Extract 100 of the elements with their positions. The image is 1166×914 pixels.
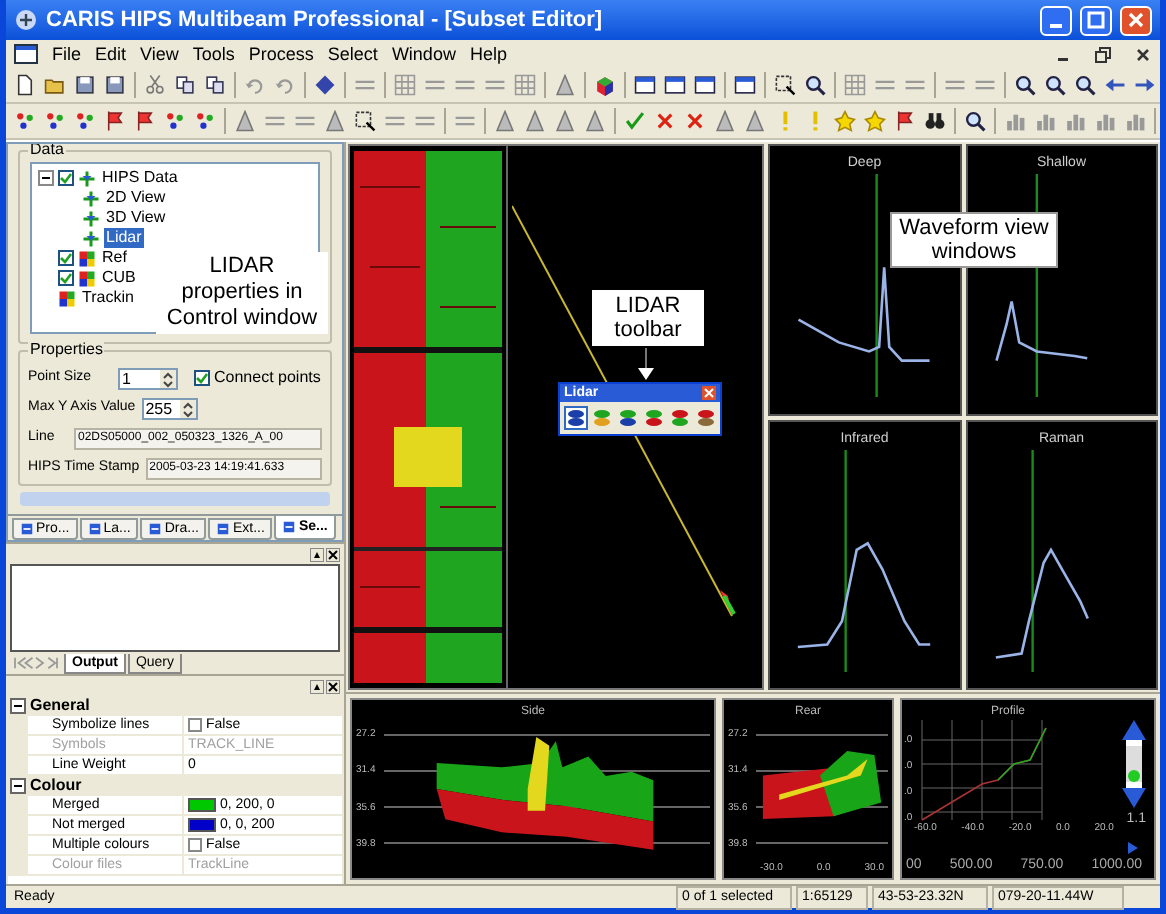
toolbar-button[interactable] — [564, 406, 588, 430]
checkbox[interactable] — [58, 270, 74, 286]
tree-item[interactable]: 2D View — [104, 188, 168, 208]
undo-icon — [274, 74, 296, 96]
toolbar-button[interactable] — [730, 70, 760, 100]
spin-arrows-icon[interactable] — [179, 399, 196, 417]
star-icon — [834, 110, 856, 132]
pin-icon[interactable] — [310, 679, 324, 693]
menu-item[interactable]: Tools — [192, 45, 235, 63]
minimize-icon — [1050, 23, 1062, 27]
close-icon — [1126, 10, 1146, 30]
tree-item[interactable]: Trackin — [80, 288, 136, 308]
search-icon — [964, 110, 986, 132]
flag-icon — [134, 110, 156, 132]
triangle-icon — [714, 110, 736, 132]
menu-item[interactable]: View — [140, 45, 179, 63]
toolbar-button[interactable] — [616, 406, 640, 430]
maximize-button[interactable] — [1080, 5, 1112, 35]
arrow-right-icon — [1128, 842, 1138, 854]
checkbox[interactable] — [188, 838, 202, 852]
window-icon — [734, 74, 756, 96]
checkbox[interactable] — [188, 718, 202, 732]
tab-icon — [87, 522, 102, 536]
bar-chart-icon — [1094, 110, 1116, 132]
section-header: Colour — [30, 774, 82, 797]
checkbox[interactable] — [58, 170, 74, 186]
search-icon — [1044, 74, 1066, 96]
toolbar-button[interactable] — [660, 70, 690, 100]
collapse-icon[interactable] — [10, 778, 26, 794]
star-icon — [864, 110, 886, 132]
menu-item[interactable]: File — [52, 45, 82, 63]
arrow-down-icon[interactable] — [1122, 788, 1146, 808]
checkbox[interactable] — [194, 370, 210, 386]
menu-item[interactable]: Help — [469, 45, 507, 63]
menu-item[interactable]: Select — [327, 45, 378, 63]
slider-thumb[interactable] — [1128, 769, 1140, 782]
toolbar-button[interactable] — [770, 70, 800, 100]
toolbar-button[interactable] — [1010, 70, 1040, 100]
menu-item[interactable]: Edit — [95, 45, 127, 63]
cross-icon — [684, 110, 706, 132]
toolbar-button[interactable] — [350, 106, 380, 136]
toolbar-button[interactable] — [1040, 70, 1070, 100]
tree-item[interactable]: CUB — [100, 268, 138, 288]
tree-item[interactable]: 3D View — [104, 208, 168, 228]
layer-icon — [58, 289, 76, 307]
tree-item[interactable]: Lidar — [104, 228, 144, 248]
toolbar-button[interactable] — [960, 106, 990, 136]
folder-icon — [44, 74, 66, 96]
spin-field[interactable]: 1 — [118, 367, 178, 389]
copy-icon — [174, 74, 196, 96]
toolbar-button[interactable] — [170, 70, 200, 100]
toolbar-button[interactable] — [690, 70, 720, 100]
collapse-icon[interactable] — [38, 170, 54, 186]
window-icon — [664, 74, 686, 96]
triangle-icon — [584, 110, 606, 132]
tree-item[interactable]: Ref — [100, 248, 129, 268]
menu-item[interactable]: Window — [391, 45, 456, 63]
grid-icon — [394, 74, 416, 96]
pin-icon[interactable] — [310, 547, 324, 561]
spin-field[interactable]: 255 — [141, 397, 198, 419]
mdi-close-icon[interactable] — [1134, 45, 1152, 63]
spin-arrows-icon[interactable] — [160, 369, 176, 387]
select-icon — [354, 110, 376, 132]
section-header: General — [30, 694, 90, 717]
bar-chart-icon — [1124, 110, 1146, 132]
triangle-icon — [234, 110, 256, 132]
points-icon — [194, 110, 216, 132]
arrow-up-icon[interactable] — [1122, 720, 1146, 740]
layers-icon — [644, 408, 664, 428]
window-icon — [694, 74, 716, 96]
triangle-icon — [494, 110, 516, 132]
toolbar-button[interactable] — [1070, 70, 1100, 100]
layer-icon — [78, 249, 96, 267]
toolbar-button[interactable] — [310, 70, 340, 100]
layers-icon — [670, 408, 690, 428]
grid-icon — [514, 74, 536, 96]
close-icon[interactable] — [326, 679, 340, 693]
toolbar-button[interactable] — [630, 70, 660, 100]
checkbox[interactable] — [58, 250, 74, 266]
horizontal-scrollbar[interactable] — [20, 492, 330, 506]
minimize-button[interactable] — [1040, 5, 1072, 35]
checkbox-label: Connect points — [214, 366, 321, 390]
callout-label: Waveform view windows — [890, 212, 1058, 268]
toolbar-button[interactable] — [100, 70, 130, 100]
navigation-arrows-icon[interactable] — [10, 656, 62, 670]
close-icon[interactable] — [326, 547, 340, 561]
mdi-restore-icon[interactable] — [1094, 45, 1112, 63]
triangle-icon — [554, 74, 576, 96]
menu-item[interactable]: Process — [248, 45, 314, 63]
select-icon — [774, 74, 796, 96]
collapse-icon[interactable] — [10, 698, 26, 714]
arrow-right-icon — [1134, 74, 1156, 96]
grid-icon — [844, 74, 866, 96]
close-button[interactable] — [1120, 5, 1152, 35]
toolbar-button[interactable] — [70, 70, 100, 100]
toolbar-button[interactable] — [800, 70, 830, 100]
binoculars-icon — [924, 110, 946, 132]
toolbar-button[interactable] — [200, 70, 230, 100]
layers-icon — [696, 408, 716, 428]
tree-item[interactable]: HIPS Data — [100, 168, 180, 188]
